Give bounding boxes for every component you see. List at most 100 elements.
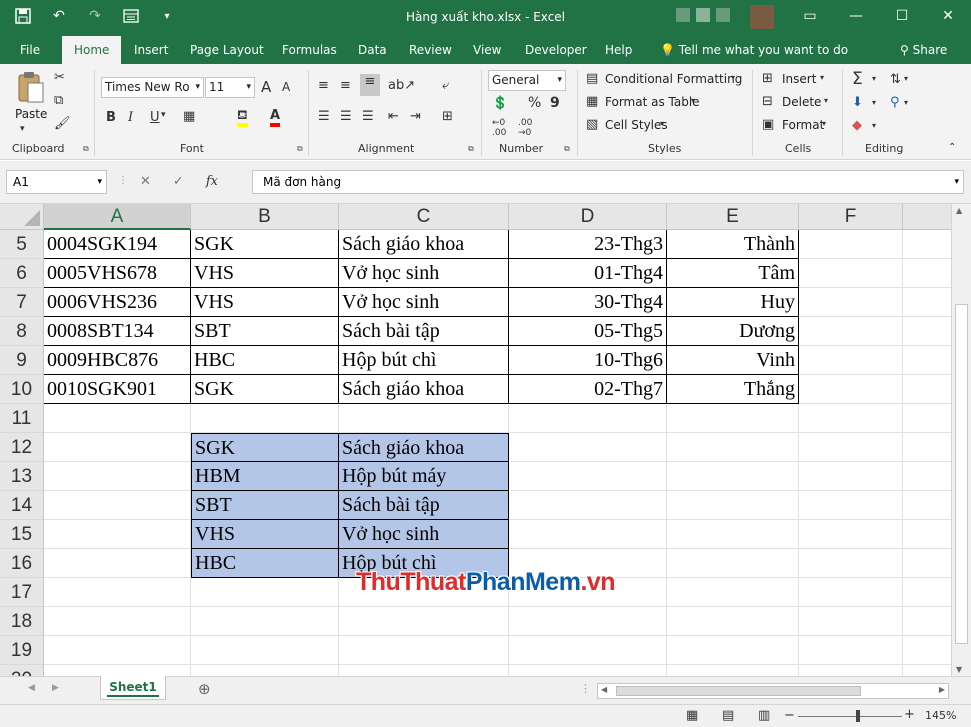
number-format-select[interactable]: General ▾ <box>488 70 566 91</box>
fill-color-icon[interactable]: ⛾ <box>237 108 248 127</box>
column-header-a[interactable]: A <box>44 204 191 230</box>
chevron-down-icon[interactable]: ▾ <box>731 73 735 82</box>
decrease-decimal-icon[interactable]: .00 →0 <box>518 118 532 138</box>
confirm-entry-icon[interactable]: ✓ <box>173 174 184 189</box>
row-header-14[interactable]: 14 <box>0 491 44 520</box>
cancel-entry-icon[interactable]: ✕ <box>140 174 151 189</box>
row-header-6[interactable]: 6 <box>0 259 44 288</box>
data-cell[interactable]: 0008SBT134 <box>44 317 191 346</box>
tab-help[interactable]: Help <box>605 43 632 57</box>
zoom-out-button[interactable]: − <box>784 708 795 723</box>
chevron-down-icon[interactable]: ▾ <box>872 98 876 107</box>
scroll-up-icon[interactable]: ▲ <box>956 206 962 215</box>
increase-decimal-icon[interactable]: ←0.00 <box>492 118 506 138</box>
bold-button[interactable]: B <box>106 110 116 125</box>
lookup-cell[interactable]: HBM <box>191 462 339 491</box>
collapse-ribbon-icon[interactable]: ⌃ <box>948 142 956 153</box>
chevron-down-icon[interactable]: ▾ <box>872 74 876 83</box>
chevron-down-icon[interactable]: ▾ <box>691 96 695 105</box>
cut-icon[interactable]: ✂ <box>54 70 65 85</box>
comma-style-button[interactable]: 9 <box>550 95 560 111</box>
row-header-12[interactable]: 12 <box>0 433 44 462</box>
data-cell[interactable]: Dương <box>667 317 799 346</box>
row-header-10[interactable]: 10 <box>0 375 44 404</box>
data-cell[interactable]: 0010SGK901 <box>44 375 191 404</box>
lookup-cell[interactable]: Sách giáo khoa <box>339 433 509 462</box>
data-cell[interactable]: Sách giáo khoa <box>339 230 509 259</box>
lookup-cell[interactable]: Vở học sinh <box>339 520 509 549</box>
sort-filter-icon[interactable]: ⇅ <box>890 72 901 87</box>
number-launcher-icon[interactable]: ⧉ <box>564 144 570 154</box>
align-right-icon[interactable]: ☰ <box>362 109 374 124</box>
font-name-select[interactable]: Times New Ro ▾ <box>101 77 204 98</box>
merge-center-icon[interactable]: ⊞ <box>442 109 453 124</box>
data-cell[interactable]: 0006VHS236 <box>44 288 191 317</box>
data-cell[interactable]: Huy <box>667 288 799 317</box>
chevron-down-icon[interactable]: ▾ <box>872 121 876 130</box>
lookup-cell[interactable]: Sách bài tập <box>339 491 509 520</box>
row-header-18[interactable]: 18 <box>0 607 44 636</box>
column-header-c[interactable]: C <box>339 204 509 230</box>
lookup-cell[interactable]: Hộp bút máy <box>339 462 509 491</box>
ribbon-display-options-icon[interactable]: ▭ <box>787 0 833 32</box>
row-header-5[interactable]: 5 <box>0 230 44 259</box>
align-center-icon[interactable]: ☰ <box>340 109 352 124</box>
data-cell[interactable]: Hộp bút chì <box>339 346 509 375</box>
row-header-11[interactable]: 11 <box>0 404 44 433</box>
data-cell[interactable]: Sách giáo khoa <box>339 375 509 404</box>
data-cell[interactable]: 01-Thg4 <box>509 259 667 288</box>
column-header-b[interactable]: B <box>191 204 339 230</box>
resize-handle-icon[interactable]: ⋮ <box>118 175 128 186</box>
row-header-13[interactable]: 13 <box>0 462 44 491</box>
lookup-cell[interactable]: SBT <box>191 491 339 520</box>
horizontal-scrollbar[interactable]: ◀ ▶ <box>597 683 949 699</box>
zoom-level[interactable]: 145% <box>925 709 956 722</box>
insert-function-icon[interactable]: fx <box>206 174 218 189</box>
data-cell[interactable]: Sách bài tập <box>339 317 509 346</box>
increase-indent-icon[interactable]: ⇥ <box>410 109 421 124</box>
accounting-format-icon[interactable]: 💲 <box>492 96 508 111</box>
scroll-thumb[interactable] <box>616 686 861 696</box>
column-header-e[interactable]: E <box>667 204 799 230</box>
data-cell[interactable]: 30-Thg4 <box>509 288 667 317</box>
borders-icon[interactable]: ▦ <box>183 109 195 124</box>
tab-page-layout[interactable]: Page Layout <box>190 43 264 57</box>
row-header-15[interactable]: 15 <box>0 520 44 549</box>
prev-sheet-icon[interactable]: ◀ <box>28 683 35 693</box>
row-header-20[interactable]: 20 <box>0 665 44 676</box>
alignment-launcher-icon[interactable]: ⧉ <box>468 144 474 154</box>
zoom-slider[interactable] <box>798 716 902 717</box>
data-cell[interactable]: 05-Thg5 <box>509 317 667 346</box>
sheet-tab-sheet1[interactable]: Sheet1 <box>100 676 166 700</box>
decrease-indent-icon[interactable]: ⇤ <box>388 109 399 124</box>
align-bottom-icon[interactable]: ≡ <box>360 74 380 96</box>
vertical-scrollbar[interactable]: ▲ ▼ <box>951 204 971 676</box>
column-header-f[interactable]: F <box>799 204 903 230</box>
data-cell[interactable]: 0009HBC876 <box>44 346 191 375</box>
data-cell[interactable]: 0004SGK194 <box>44 230 191 259</box>
worksheet-grid[interactable]: ABCDEF 567891011121314151617181920 0004SGK… <box>0 204 951 676</box>
underline-button[interactable]: U <box>150 110 160 125</box>
wrap-text-icon[interactable]: ⤶ <box>442 78 449 93</box>
tab-view[interactable]: View <box>473 43 501 57</box>
row-header-17[interactable]: 17 <box>0 578 44 607</box>
chevron-down-icon[interactable]: ▾ <box>824 96 828 105</box>
tab-file[interactable]: File <box>20 43 40 57</box>
row-header-19[interactable]: 19 <box>0 636 44 665</box>
format-cells-button[interactable]: Format <box>782 118 824 132</box>
tell-me-search[interactable]: 💡 Tell me what you want to do <box>660 43 848 57</box>
orientation-icon[interactable]: ab↗ <box>388 78 415 93</box>
formula-input[interactable]: Mã đơn hàng ▾ <box>252 170 964 194</box>
font-size-select[interactable]: 11 ▾ <box>205 77 255 98</box>
data-cell[interactable]: SGK <box>191 230 339 259</box>
font-color-icon[interactable]: A <box>270 108 281 127</box>
row-header-16[interactable]: 16 <box>0 549 44 578</box>
data-cell[interactable]: SBT <box>191 317 339 346</box>
chevron-down-icon[interactable]: ▾ <box>904 74 908 83</box>
font-launcher-icon[interactable]: ⧉ <box>297 144 303 154</box>
tab-data[interactable]: Data <box>358 43 387 57</box>
select-all-corner[interactable] <box>0 204 44 230</box>
tab-developer[interactable]: Developer <box>525 43 587 57</box>
align-middle-icon[interactable]: ≡ <box>340 78 351 93</box>
format-painter-icon[interactable]: 🖌 <box>54 116 71 131</box>
